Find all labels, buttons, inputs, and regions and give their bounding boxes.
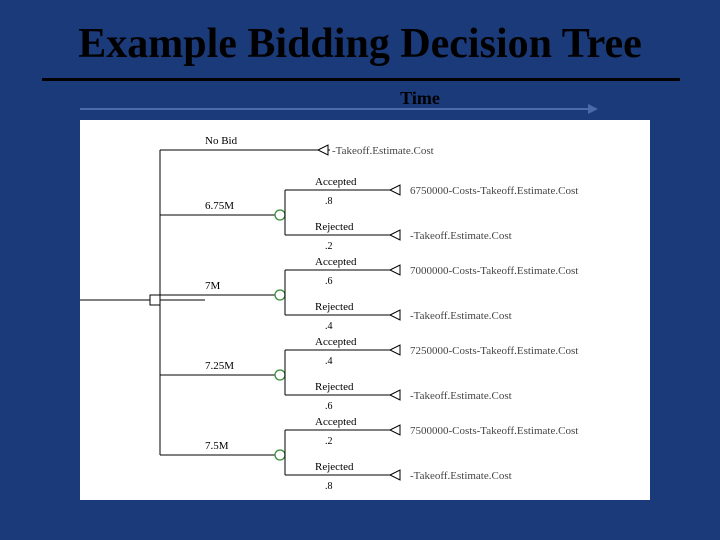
outcome-value: -Takeoff.Estimate.Cost [410, 470, 512, 482]
outcome-value: -Takeoff.Estimate.Cost [410, 390, 512, 402]
outcome-label: Accepted [315, 256, 357, 268]
bid-label: 6.75M [205, 200, 234, 212]
decision-tree: No Bid -Takeoff.Estimate.Cost 6.75M Accepte… [80, 120, 650, 500]
time-axis-label: Time [260, 88, 580, 109]
outcome-label: Accepted [315, 416, 357, 428]
probability-label: .6 [325, 401, 333, 412]
probability-label: .4 [325, 356, 333, 367]
outcome-value: 7500000-Costs-Takeoff.Estimate.Cost [410, 425, 578, 437]
outcome-value: 7250000-Costs-Takeoff.Estimate.Cost [410, 345, 578, 357]
outcome-label: Rejected [315, 381, 354, 393]
outcome-value: -Takeoff.Estimate.Cost [410, 310, 512, 322]
probability-label: .4 [325, 321, 333, 332]
outcome-value: 7000000-Costs-Takeoff.Estimate.Cost [410, 265, 578, 277]
probability-label: .8 [325, 196, 333, 207]
probability-label: .8 [325, 481, 333, 492]
outcome-label: Rejected [315, 221, 354, 233]
time-arrow-icon [80, 108, 590, 110]
outcome-value: -Takeoff.Estimate.Cost [332, 145, 434, 157]
bid-label: 7.25M [205, 360, 234, 372]
outcome-label: Accepted [315, 336, 357, 348]
slide: Example Bidding Decision Tree Time No Bi… [0, 0, 720, 540]
tree-canvas: No Bid -Takeoff.Estimate.Cost 6.75M Accepte… [80, 120, 650, 500]
bid-label: 7M [205, 280, 221, 292]
probability-label: .6 [325, 276, 333, 287]
bid-label: 7.5M [205, 440, 229, 452]
probability-label: .2 [325, 241, 333, 252]
slide-title: Example Bidding Decision Tree [40, 20, 680, 68]
outcome-label: Accepted [315, 176, 357, 188]
title-underline [42, 78, 680, 81]
probability-label: .2 [325, 436, 333, 447]
outcome-value: -Takeoff.Estimate.Cost [410, 230, 512, 242]
outcome-label: Rejected [315, 301, 354, 313]
outcome-label: Rejected [315, 461, 354, 473]
outcome-value: 6750000-Costs-Takeoff.Estimate.Cost [410, 185, 578, 197]
bid-label: No Bid [205, 135, 238, 147]
